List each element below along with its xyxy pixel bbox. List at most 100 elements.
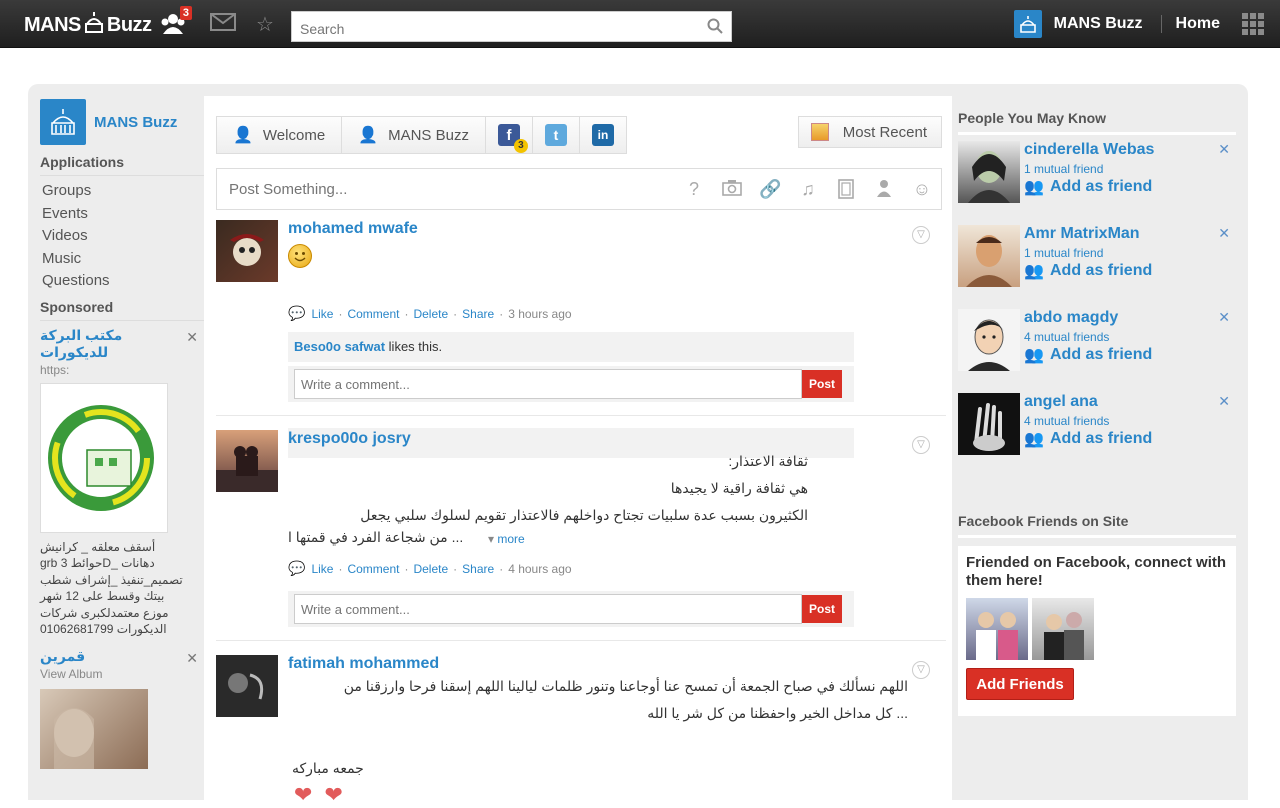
chevron-down-icon[interactable]: ▽ bbox=[912, 661, 930, 679]
comment-link[interactable]: Comment bbox=[347, 562, 399, 576]
comment-input[interactable] bbox=[294, 594, 802, 624]
friend-avatar[interactable] bbox=[958, 309, 1020, 371]
comment-link[interactable]: Comment bbox=[347, 307, 399, 321]
post-input[interactable] bbox=[217, 169, 637, 209]
search-icon[interactable] bbox=[707, 18, 723, 39]
most-recent-button[interactable]: Most Recent bbox=[797, 116, 942, 148]
post-divider bbox=[216, 415, 946, 416]
post-timestamp: 3 hours ago bbox=[508, 306, 572, 321]
friend-name-link[interactable]: cinderella Webas bbox=[1024, 141, 1154, 159]
sidebar-item-questions[interactable]: Questions bbox=[40, 270, 204, 293]
ad-image[interactable] bbox=[40, 382, 168, 533]
sidebar-item-videos[interactable]: Videos bbox=[40, 225, 204, 248]
friend-avatar[interactable] bbox=[958, 225, 1020, 287]
chevron-down-icon[interactable]: ▽ bbox=[912, 226, 930, 244]
person-icon[interactable] bbox=[873, 179, 895, 204]
tab-mans-buzz[interactable]: 👤 MANS Buzz bbox=[341, 116, 486, 154]
friend-avatar[interactable] bbox=[958, 393, 1020, 455]
mutual-friends[interactable]: 4 mutual friends bbox=[1024, 330, 1109, 344]
heart-icon: ❤ bbox=[324, 782, 343, 807]
ad-title[interactable]: مكتب البركة للديكورات bbox=[40, 327, 170, 361]
notifications-star-icon[interactable]: ☆ bbox=[252, 12, 278, 38]
add-friend-icon: 👥 bbox=[1024, 347, 1044, 364]
topbar-right: MANS Buzz Home bbox=[1013, 0, 1280, 48]
tab-twitter[interactable]: t bbox=[531, 116, 580, 154]
camera-icon[interactable] bbox=[721, 179, 743, 204]
share-link[interactable]: Share bbox=[462, 562, 494, 576]
add-as-friend-link[interactable]: 👥 Add as friend bbox=[1024, 177, 1152, 197]
close-icon[interactable]: ✕ bbox=[1218, 225, 1230, 242]
friend-name-link[interactable]: Amr MatrixMan bbox=[1024, 225, 1140, 243]
dome-icon bbox=[83, 10, 105, 40]
sidebar-item-events[interactable]: Events bbox=[40, 203, 204, 226]
messages-icon[interactable] bbox=[210, 12, 236, 38]
like-link[interactable]: Like bbox=[311, 562, 333, 576]
chevron-down-icon[interactable]: ▽ bbox=[912, 436, 930, 454]
delete-link[interactable]: Delete bbox=[413, 562, 448, 576]
sidebar-item-groups[interactable]: Groups bbox=[40, 180, 204, 203]
comment-input[interactable] bbox=[294, 369, 802, 399]
album-image[interactable] bbox=[40, 688, 148, 769]
mutual-friends[interactable]: 4 mutual friends bbox=[1024, 414, 1109, 428]
share-link[interactable]: Share bbox=[462, 307, 494, 321]
like-link[interactable]: Like bbox=[311, 307, 333, 321]
post-body: ثقافة الاعتذار: هي ثقافة راقية لا يجيدها… bbox=[288, 448, 808, 529]
more-link[interactable]: more bbox=[497, 532, 524, 546]
link-icon[interactable]: 🔗 bbox=[759, 179, 781, 204]
mutual-friends[interactable]: 1 mutual friend bbox=[1024, 162, 1103, 176]
music-icon[interactable]: ♫ bbox=[797, 179, 819, 204]
site-logo[interactable]: MANS Buzz bbox=[24, 10, 152, 40]
user-avatar[interactable] bbox=[1013, 10, 1042, 38]
facebook-badge: 3 bbox=[513, 139, 528, 153]
post-author-link[interactable]: krespo00o josry bbox=[288, 430, 411, 448]
video-icon[interactable] bbox=[835, 179, 857, 204]
ad-view-album[interactable]: View Album bbox=[40, 667, 204, 681]
post-avatar[interactable] bbox=[216, 220, 278, 282]
sidebar-profile[interactable]: MANS Buzz bbox=[40, 98, 204, 146]
add-as-friend-link[interactable]: 👥 Add as friend bbox=[1024, 345, 1152, 365]
friend-name-link[interactable]: angel ana bbox=[1024, 393, 1098, 411]
post-avatar[interactable] bbox=[216, 430, 278, 492]
close-icon[interactable]: ✕ bbox=[1218, 141, 1230, 158]
tab-welcome[interactable]: 👤 Welcome bbox=[216, 116, 343, 154]
close-icon[interactable]: ✕ bbox=[186, 329, 198, 346]
liker-link[interactable]: Beso0o safwat bbox=[294, 339, 385, 354]
post-avatar[interactable] bbox=[216, 655, 278, 717]
sidebar-item-music[interactable]: Music bbox=[40, 248, 204, 271]
tab-facebook[interactable]: f3 bbox=[484, 116, 533, 154]
apps-grid-icon[interactable] bbox=[1242, 13, 1264, 35]
friend-name-link[interactable]: abdo magdy bbox=[1024, 309, 1118, 327]
profile-name[interactable]: MANS Buzz bbox=[94, 114, 177, 131]
add-as-friend-link[interactable]: 👥 Add as friend bbox=[1024, 429, 1152, 449]
close-icon[interactable]: ✕ bbox=[1218, 393, 1230, 410]
tab-linkedin[interactable]: in bbox=[578, 116, 627, 154]
fb-friend-photo[interactable] bbox=[1032, 598, 1094, 660]
add-as-friend-link[interactable]: 👥 Add as friend bbox=[1024, 261, 1152, 281]
question-icon[interactable]: ? bbox=[683, 179, 705, 204]
profile-avatar[interactable] bbox=[40, 99, 86, 145]
post-author-link[interactable]: mohamed mwafe bbox=[288, 220, 418, 238]
friend-requests-icon[interactable]: 3 bbox=[160, 6, 192, 38]
post-actions: 💬 Like · Comment · Delete · Share · 4 hours … bbox=[288, 560, 572, 576]
delete-link[interactable]: Delete bbox=[413, 307, 448, 321]
suggested-friend: abdo magdy 4 mutual friends 👥 Add as frie… bbox=[958, 305, 1236, 387]
search-input[interactable] bbox=[292, 12, 692, 41]
ad-title[interactable]: قمرين bbox=[40, 648, 170, 665]
mutual-friends[interactable]: 1 mutual friend bbox=[1024, 246, 1103, 260]
post-line: ... من شجاعة الفرد في قمتها ا bbox=[288, 529, 464, 545]
close-icon[interactable]: ✕ bbox=[1218, 309, 1230, 326]
close-icon[interactable]: ✕ bbox=[186, 650, 198, 667]
post-comment-button[interactable]: Post bbox=[802, 595, 842, 623]
post-author-link[interactable]: fatimah mohammed bbox=[288, 655, 439, 673]
post-composer: ? 🔗 ♫ ☺ bbox=[216, 168, 942, 210]
add-friends-button[interactable]: Add Friends bbox=[966, 668, 1074, 700]
home-link[interactable]: Home bbox=[1176, 15, 1220, 33]
post-comment-button[interactable]: Post bbox=[802, 370, 842, 398]
feed-post: fatimah mohammed ▽ اللهم نسألك في صباح ا… bbox=[216, 655, 946, 800]
friend-avatar[interactable] bbox=[958, 141, 1020, 203]
most-recent-label: Most Recent bbox=[842, 123, 927, 141]
suggested-friend: cinderella Webas 1 mutual friend 👥 Add as… bbox=[958, 137, 1236, 219]
fb-friend-photo[interactable] bbox=[966, 598, 1028, 660]
emoticon-icon[interactable]: ☺ bbox=[911, 179, 933, 204]
user-name-link[interactable]: MANS Buzz bbox=[1054, 15, 1143, 33]
